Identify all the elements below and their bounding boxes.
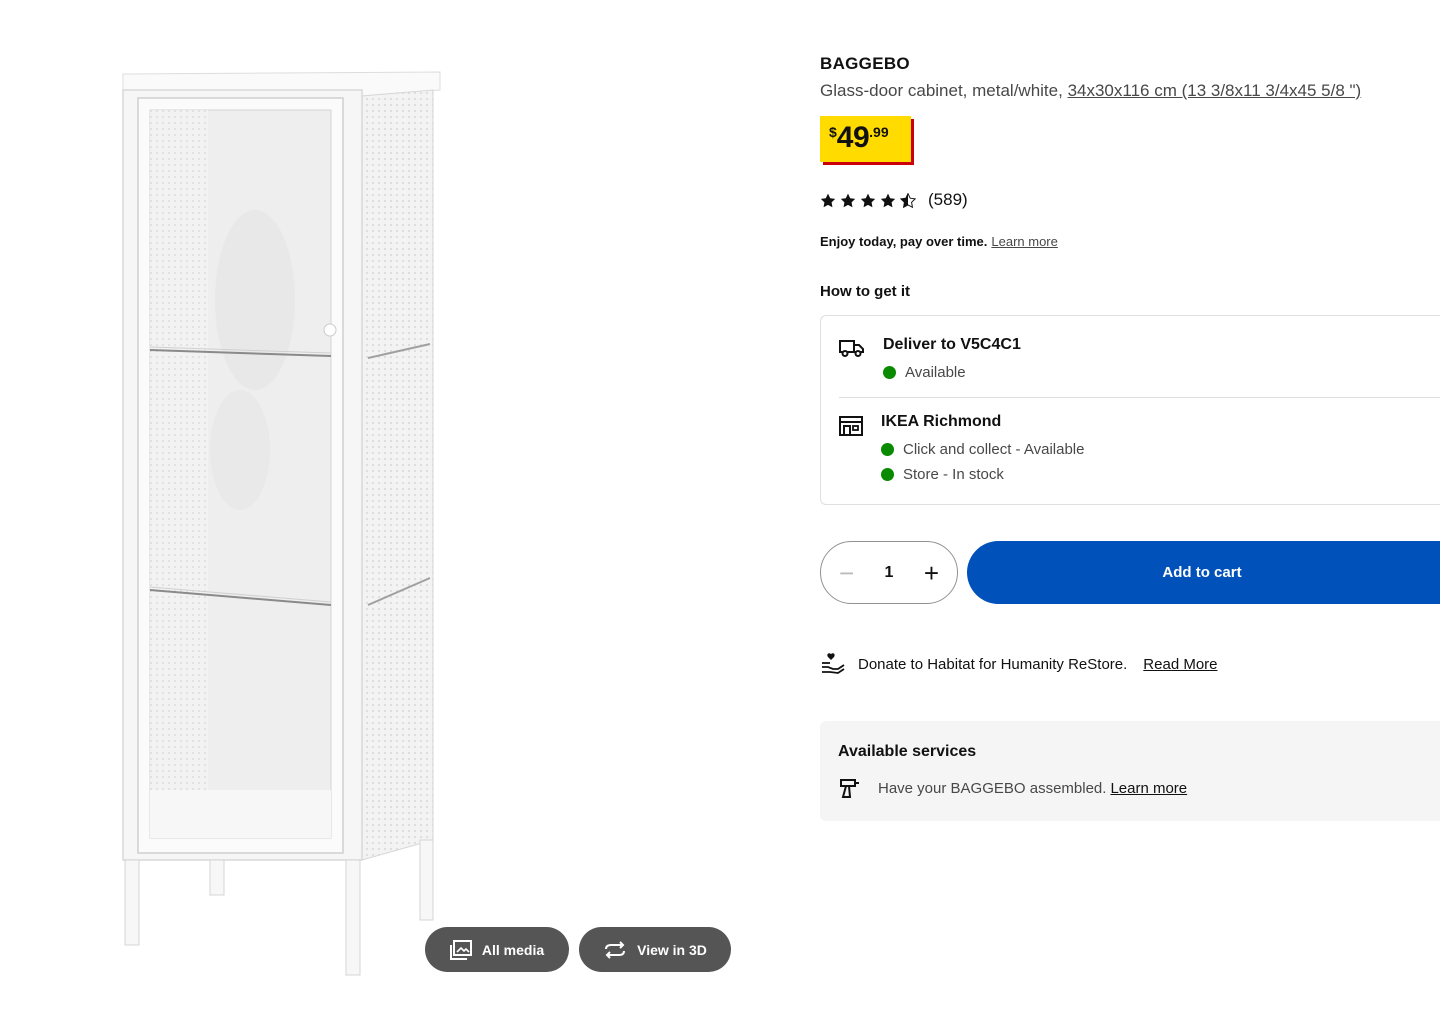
assembly-service: Have your BAGGEBO assembled. Learn more (838, 777, 1187, 799)
delivery-title: Deliver to V5C4C1 (883, 336, 1021, 353)
read-more-link[interactable]: Read More (1143, 656, 1217, 673)
donate-hand-icon (822, 653, 845, 674)
star-icon (840, 193, 856, 207)
product-type: Glass-door cabinet, metal/white, (820, 81, 1068, 100)
star-icon (860, 193, 876, 207)
product-description: Glass-door cabinet, metal/white, 34x30x1… (820, 81, 1361, 101)
all-media-button[interactable]: All media (425, 927, 569, 972)
product-image[interactable] (100, 60, 460, 990)
truck-icon (839, 340, 864, 357)
price-integer: 49 (836, 121, 870, 154)
view-in-3d-label: View in 3D (637, 941, 707, 958)
quantity-stepper: − 1 + (820, 541, 958, 604)
quantity-value[interactable]: 1 (885, 564, 894, 582)
available-dot-icon (881, 468, 894, 481)
rotate-3d-icon (605, 940, 626, 959)
finance-text: Enjoy today, pay over time. (820, 234, 988, 249)
available-dot-icon (883, 366, 896, 379)
click-collect-text: Click and collect - Available (903, 441, 1085, 458)
star-icon (880, 193, 896, 207)
donate-text: Donate to Habitat for Humanity ReStore. (858, 655, 1128, 673)
product-name: BAGGEBO (820, 54, 910, 73)
in-store-status: Store - In stock (881, 462, 1084, 487)
store-title: IKEA Richmond (881, 413, 1002, 430)
rating-count: (589) (928, 190, 968, 209)
product-media: All media View in 3D (0, 0, 780, 1024)
star-icon (820, 193, 836, 207)
availability-box: Deliver to V5C4C1 Available IKEA Richmon… (820, 315, 1440, 505)
delivery-status-text: Available (905, 364, 966, 381)
gallery-icon (449, 939, 472, 960)
services-learn-more-link[interactable]: Learn more (1110, 780, 1187, 797)
star-rating (820, 192, 916, 208)
increase-quantity-button[interactable]: + (924, 560, 939, 586)
store-icon (839, 416, 863, 436)
half-star-icon (900, 192, 916, 208)
product-info: BAGGEBO Glass-door cabinet, metal/white,… (820, 0, 1440, 1024)
delivery-option[interactable]: Deliver to V5C4C1 Available (839, 336, 1021, 385)
available-services: Available services Have your BAGGEBO ass… (820, 721, 1440, 821)
price-currency: $ (829, 124, 837, 140)
donate-notice: Donate to Habitat for Humanity ReStore. … (820, 652, 1218, 676)
finance-learn-more-link[interactable]: Learn more (991, 234, 1057, 249)
delivery-details: Deliver to V5C4C1 Available (883, 336, 1021, 385)
add-to-cart-button[interactable]: Add to cart (967, 541, 1440, 604)
in-store-text: Store - In stock (903, 466, 1004, 483)
decrease-quantity-button[interactable]: − (839, 560, 854, 586)
price-tag: $ 49 .99 (820, 116, 911, 162)
how-to-get-title: How to get it (820, 283, 910, 300)
finance-notice: Enjoy today, pay over time. Learn more (820, 234, 1058, 249)
rating[interactable]: (589) (820, 190, 968, 210)
store-details: IKEA Richmond Click and collect - Availa… (881, 413, 1084, 487)
services-title: Available services (838, 743, 977, 760)
delivery-status: Available (883, 360, 1021, 385)
view-in-3d-button[interactable]: View in 3D (579, 927, 731, 972)
product-dimensions-link[interactable]: 34x30x116 cm (13 3/8x11 3/4x45 5/8 ") (1068, 81, 1362, 100)
divider (839, 397, 1440, 398)
store-option[interactable]: IKEA Richmond Click and collect - Availa… (839, 413, 1084, 487)
all-media-label: All media (481, 941, 545, 958)
available-dot-icon (881, 443, 894, 456)
services-text: Have your BAGGEBO assembled. (878, 779, 1107, 797)
drill-icon (840, 779, 859, 798)
price-decimal: .99 (869, 124, 889, 140)
click-collect-status: Click and collect - Available (881, 437, 1084, 462)
